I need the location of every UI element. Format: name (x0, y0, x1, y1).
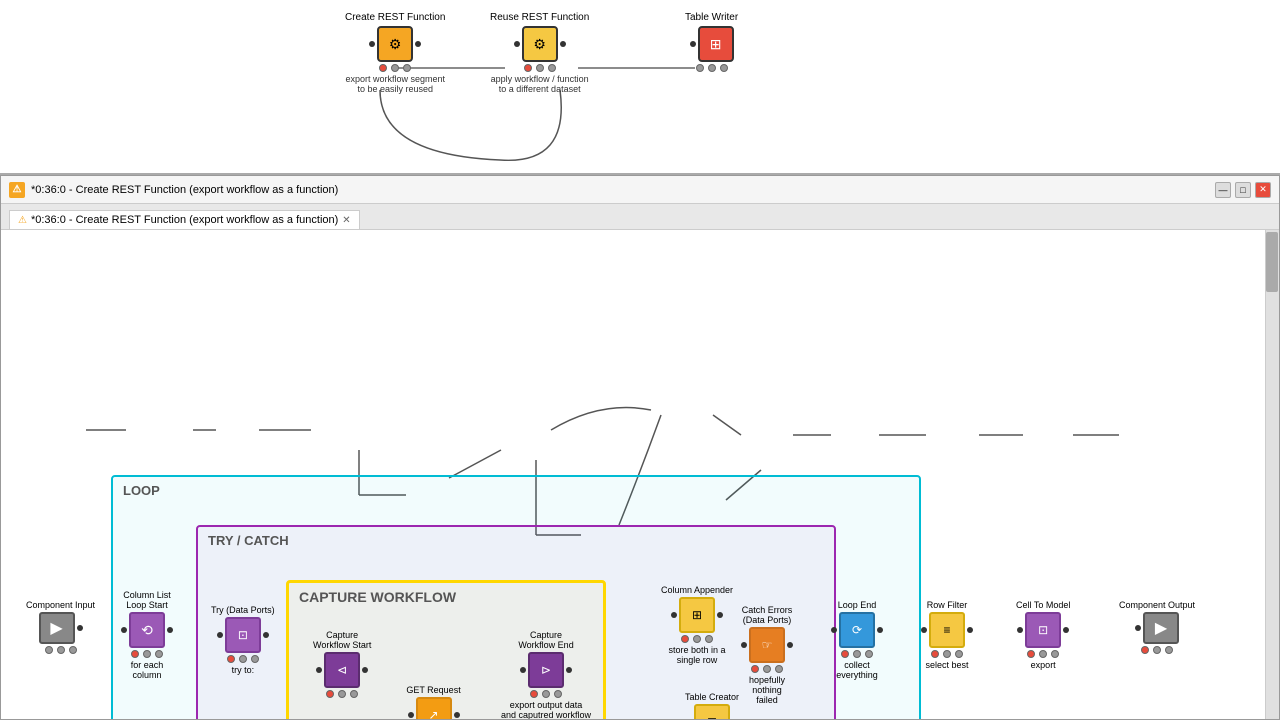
capture-end-label: CaptureWorkflow End (518, 630, 573, 650)
table-writer-box[interactable]: ⊞ (698, 26, 734, 62)
try-sublabel: try to: (232, 665, 255, 675)
window-icon: ⚠ (9, 182, 25, 198)
tab-label: *0:36:0 - Create REST Function (export w… (31, 214, 338, 226)
capture-end-box[interactable]: ⊳ (528, 652, 564, 688)
table-writer-node[interactable]: Table Writer ⊞ (685, 12, 738, 72)
tab-warning-icon: ⚠ (18, 215, 27, 226)
main-window: ⚠ *0:36:0 - Create REST Function (export… (0, 175, 1280, 720)
try-data-ports-label: Try (Data Ports) (211, 605, 275, 615)
scrollbar-thumb[interactable] (1266, 232, 1278, 292)
create-rest-node[interactable]: Create REST Function ⚙ export workflow s… (345, 12, 445, 94)
col-list-sublabel: for eachcolumn (131, 660, 164, 680)
col-list-loop-label: Column ListLoop Start (123, 590, 171, 610)
catch-errors-sublabel: hopefullynothingfailed (749, 675, 785, 705)
column-appender-box[interactable]: ⊞ (679, 597, 715, 633)
create-rest-box[interactable]: ⚙ (377, 26, 413, 62)
capture-label: CAPTURE WORKFLOW (299, 589, 456, 605)
component-output-label: Component Output (1119, 600, 1195, 610)
cell-to-model-box[interactable]: ⊡ (1025, 612, 1061, 648)
loop-end-label: Loop End (838, 600, 877, 610)
reuse-rest-node[interactable]: Reuse REST Function ⚙ apply workflow / f… (490, 12, 589, 94)
col-list-loop-box[interactable]: ⟲ (129, 612, 165, 648)
loop-label: LOOP (123, 483, 160, 498)
cell-to-model-sublabel: export (1031, 660, 1056, 670)
catch-errors-box[interactable]: ☞ (749, 627, 785, 663)
capture-end-node[interactable]: CaptureWorkflow End ⊳ export output data… (501, 630, 591, 719)
cell-to-model-node[interactable]: Cell To Model ⊡ export (1016, 600, 1070, 670)
minimize-button[interactable]: — (1215, 182, 1231, 198)
try-data-ports-node[interactable]: Try (Data Ports) ⊡ try to: (211, 605, 275, 675)
row-filter-label: Row Filter (927, 600, 968, 610)
close-button[interactable]: ✕ (1255, 182, 1271, 198)
get-request-node[interactable]: GET Request ↗ with argumentsbased onsele… (401, 685, 466, 719)
component-output-node[interactable]: Component Output ▶ (1119, 600, 1195, 654)
column-appender-node[interactable]: Column Appender ⊞ store both in asingle … (661, 585, 733, 665)
reuse-rest-sublabel: apply workflow / functionto a different … (491, 74, 589, 94)
table-writer-label: Table Writer (685, 12, 738, 23)
capture-start-node[interactable]: CaptureWorkflow Start ⊲ (313, 630, 371, 698)
canvas-area[interactable]: LOOP TRY / CATCH CAPTURE WORKFLOW Compon… (1, 230, 1279, 719)
component-output-box[interactable]: ▶ (1143, 612, 1179, 644)
col-list-loop-node[interactable]: Column ListLoop Start ⟲ for eachcolumn (121, 590, 173, 680)
try-data-ports-box[interactable]: ⊡ (225, 617, 261, 653)
window-title: *0:36:0 - Create REST Function (export w… (31, 184, 338, 196)
top-diagram-area: Create REST Function ⚙ export workflow s… (0, 0, 1280, 175)
title-bar: ⚠ *0:36:0 - Create REST Function (export… (1, 176, 1279, 204)
row-filter-sublabel: select best (925, 660, 968, 670)
component-input-box[interactable]: ▶ (39, 612, 75, 644)
try-catch-label: TRY / CATCH (208, 533, 289, 548)
create-rest-label: Create REST Function (345, 12, 445, 23)
restore-button[interactable]: □ (1235, 182, 1251, 198)
loop-end-node[interactable]: Loop End ⟳ collecteverything (831, 600, 883, 680)
reuse-rest-box[interactable]: ⚙ (522, 26, 558, 62)
reuse-rest-label: Reuse REST Function (490, 12, 589, 23)
create-rest-sublabel: export workflow segmentto be easily reus… (345, 74, 445, 94)
tab-bar: ⚠ *0:36:0 - Create REST Function (export… (1, 204, 1279, 230)
component-input-node[interactable]: Component Input ▶ (26, 600, 95, 654)
table-creator-label: Table Creator (685, 692, 739, 702)
loop-end-box[interactable]: ⟳ (839, 612, 875, 648)
get-request-box[interactable]: ↗ (416, 697, 452, 719)
capture-start-label: CaptureWorkflow Start (313, 630, 371, 650)
table-creator-box[interactable]: ⊞ (694, 704, 730, 719)
column-appender-sublabel: store both in asingle row (669, 645, 726, 665)
capture-start-box[interactable]: ⊲ (324, 652, 360, 688)
tab-close-button[interactable]: ✕ (342, 215, 350, 226)
main-tab[interactable]: ⚠ *0:36:0 - Create REST Function (export… (9, 210, 360, 229)
component-input-label: Component Input (26, 600, 95, 610)
loop-end-sublabel: collecteverything (836, 660, 878, 680)
cell-to-model-label: Cell To Model (1016, 600, 1070, 610)
capture-end-sublabel: export output dataand caputred workflow (501, 700, 591, 719)
catch-errors-node[interactable]: Catch Errors(Data Ports) ☞ hopefullynoth… (741, 605, 793, 705)
column-appender-label: Column Appender (661, 585, 733, 595)
get-request-label: GET Request (406, 685, 460, 695)
vertical-scrollbar[interactable] (1265, 230, 1279, 719)
window-controls: — □ ✕ (1215, 182, 1271, 198)
catch-errors-label: Catch Errors(Data Ports) (742, 605, 793, 625)
table-creator-node[interactable]: Table Creator ⊞ if anything failsuse cac… (681, 692, 743, 719)
row-filter-box[interactable]: ≡ (929, 612, 965, 648)
row-filter-node[interactable]: Row Filter ≡ select best (921, 600, 973, 670)
